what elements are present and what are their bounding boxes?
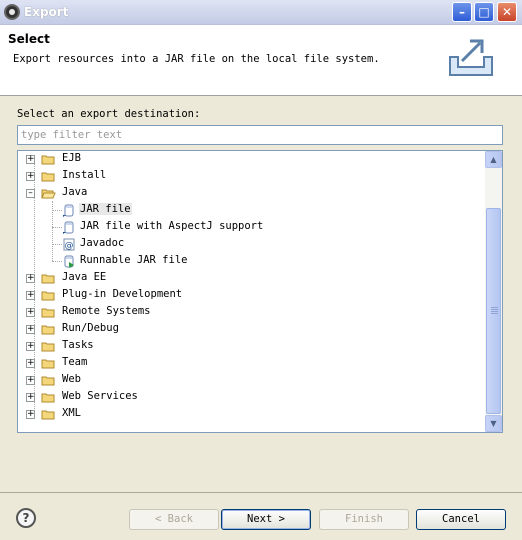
- tree-item-label: Run/Debug: [62, 322, 119, 334]
- wizard-header: Select Export resources into a JAR file …: [0, 25, 522, 96]
- scroll-up-button[interactable]: ▲: [485, 151, 502, 168]
- jar-icon: [63, 221, 74, 234]
- footer-separator: [0, 492, 522, 493]
- tree-item-team[interactable]: + Team: [18, 355, 484, 372]
- tree-item-run-debug[interactable]: + Run/Debug: [18, 321, 484, 338]
- tree-item-javadoc[interactable]: @ Javadoc: [18, 236, 484, 253]
- tree-item-remote-systems[interactable]: + Remote Systems: [18, 304, 484, 321]
- folder-icon: [41, 291, 55, 301]
- tree-item-label: Java: [62, 186, 88, 198]
- finish-button[interactable]: Finish: [319, 509, 409, 530]
- tree-item-web-services[interactable]: + Web Services: [18, 389, 484, 406]
- destination-tree[interactable]: + EJB + Install – Java JAR file JAR file…: [17, 150, 503, 433]
- help-icon[interactable]: ?: [16, 508, 36, 528]
- folder-icon: [41, 325, 55, 335]
- tree-item-label: Install: [62, 169, 107, 181]
- tree-item-label: Remote Systems: [62, 305, 151, 317]
- javadoc-icon: @: [63, 238, 75, 251]
- page-description: Export resources into a JAR file on the …: [13, 53, 380, 65]
- window-title: Export: [24, 5, 69, 19]
- next-button[interactable]: Next >: [221, 509, 311, 530]
- tree-item-label: EJB: [62, 152, 81, 164]
- filter-input[interactable]: [17, 125, 503, 145]
- folder-icon: [41, 376, 55, 386]
- expand-icon[interactable]: +: [26, 410, 35, 419]
- tree-item-java-ee[interactable]: + Java EE: [18, 270, 484, 287]
- vertical-scrollbar[interactable]: ▲ ▼: [485, 151, 502, 432]
- maximize-button[interactable]: □: [474, 2, 494, 22]
- folder-icon: [41, 274, 55, 284]
- tree-item-label: JAR file: [79, 203, 132, 215]
- expand-icon[interactable]: +: [26, 325, 35, 334]
- open-folder-icon: [41, 189, 56, 199]
- collapse-icon[interactable]: –: [26, 189, 35, 198]
- folder-icon: [41, 308, 55, 318]
- tree-item-xml[interactable]: + XML: [18, 406, 484, 423]
- folder-icon: [41, 393, 55, 403]
- tree-item-label: JAR file with AspectJ support: [80, 220, 264, 232]
- folder-icon: [41, 410, 55, 420]
- tree-item-label: XML: [62, 407, 81, 419]
- scroll-down-button[interactable]: ▼: [485, 415, 502, 432]
- filter-label: Select an export destination:: [17, 108, 201, 120]
- expand-icon[interactable]: +: [26, 155, 35, 164]
- minimize-button[interactable]: –: [452, 2, 472, 22]
- runnable-jar-icon: [64, 255, 74, 268]
- eclipse-icon: [4, 4, 20, 20]
- tree-item-web[interactable]: + Web: [18, 372, 484, 389]
- folder-icon: [41, 172, 55, 182]
- page-title: Select: [8, 32, 50, 46]
- close-button[interactable]: ✕: [497, 2, 517, 22]
- svg-text:@: @: [65, 241, 74, 251]
- expand-icon[interactable]: +: [26, 342, 35, 351]
- expand-icon[interactable]: +: [26, 376, 35, 385]
- expand-icon[interactable]: +: [26, 308, 35, 317]
- tree-item-install[interactable]: + Install: [18, 168, 484, 185]
- folder-icon: [41, 359, 55, 369]
- export-icon: [449, 39, 493, 76]
- title-bar: Export – □ ✕: [0, 0, 522, 25]
- tree-item-label: Runnable JAR file: [80, 254, 188, 266]
- tree-item-label: Java EE: [62, 271, 107, 283]
- tree-item-label: Team: [62, 356, 88, 368]
- expand-icon[interactable]: +: [26, 359, 35, 368]
- tree-item-plugin-development[interactable]: + Plug-in Development: [18, 287, 484, 304]
- tree-item-label: Tasks: [62, 339, 94, 351]
- tree-item-label: Javadoc: [80, 237, 125, 249]
- jar-icon: [63, 204, 74, 217]
- tree-item-label: Web: [62, 373, 81, 385]
- tree-item-runnable-jar[interactable]: Runnable JAR file: [18, 253, 484, 270]
- cancel-button[interactable]: Cancel: [416, 509, 506, 530]
- expand-icon[interactable]: +: [26, 291, 35, 300]
- tree-item-ejb[interactable]: + EJB: [18, 151, 484, 168]
- folder-icon: [41, 342, 55, 352]
- tree-item-java[interactable]: – Java: [18, 185, 484, 202]
- expand-icon[interactable]: +: [26, 274, 35, 283]
- expand-icon[interactable]: +: [26, 172, 35, 181]
- folder-icon: [41, 155, 55, 165]
- expand-icon[interactable]: +: [26, 393, 35, 402]
- tree-item-label: Plug-in Development: [62, 288, 183, 300]
- tree-item-jar-file[interactable]: JAR file: [18, 202, 484, 219]
- tree-item-jar-aspectj[interactable]: JAR file with AspectJ support: [18, 219, 484, 236]
- back-button[interactable]: < Back: [129, 509, 219, 530]
- tree-item-tasks[interactable]: + Tasks: [18, 338, 484, 355]
- tree-item-label: Web Services: [62, 390, 138, 402]
- scroll-thumb[interactable]: [486, 208, 501, 414]
